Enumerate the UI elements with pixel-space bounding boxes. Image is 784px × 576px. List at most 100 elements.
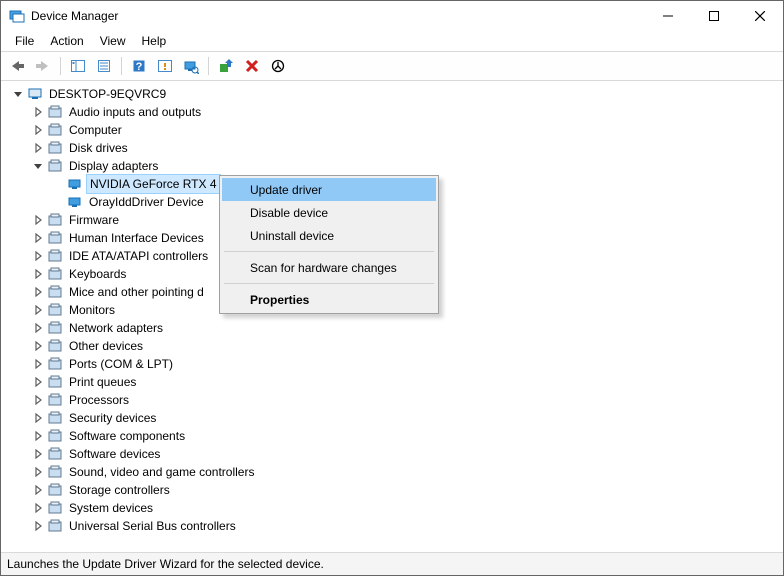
expand-icon[interactable] (31, 231, 45, 245)
expand-icon[interactable] (31, 447, 45, 461)
tree-item[interactable]: Network adapters (31, 319, 783, 337)
category-icon (47, 338, 63, 354)
expand-icon[interactable] (31, 123, 45, 137)
tree-item[interactable]: Disk drives (31, 139, 783, 157)
scan-hardware-button[interactable] (179, 54, 203, 78)
tree-item[interactable]: System devices (31, 499, 783, 517)
device-icon (67, 176, 83, 192)
expand-icon[interactable] (31, 339, 45, 353)
svg-text:?: ? (136, 61, 143, 73)
category-icon (47, 446, 63, 462)
category-icon (47, 392, 63, 408)
tree-item[interactable]: Display adapters (31, 157, 783, 175)
titlebar: Device Manager (1, 1, 783, 31)
app-icon (9, 8, 25, 24)
category-icon (47, 464, 63, 480)
computer-icon (27, 86, 43, 102)
expand-icon[interactable] (31, 213, 45, 227)
context-menu-separator (224, 251, 434, 252)
expand-icon[interactable] (31, 465, 45, 479)
category-icon (47, 428, 63, 444)
expand-icon[interactable] (31, 321, 45, 335)
category-icon (47, 212, 63, 228)
category-icon (47, 140, 63, 156)
update-driver-button[interactable] (214, 54, 238, 78)
expand-icon[interactable] (31, 303, 45, 317)
context-menu-item[interactable]: Uninstall device (222, 224, 436, 247)
tree-root[interactable]: DESKTOP-9EQVRC9 (11, 85, 783, 103)
tree-item[interactable]: Software components (31, 427, 783, 445)
tree-panel: DESKTOP-9EQVRC9Audio inputs and outputsC… (1, 81, 783, 553)
tree-item[interactable]: Ports (COM & LPT) (31, 355, 783, 373)
toolbar-sep (60, 57, 61, 75)
tree-item[interactable]: Audio inputs and outputs (31, 103, 783, 121)
expand-icon[interactable] (31, 249, 45, 263)
category-icon (47, 500, 63, 516)
category-icon (47, 104, 63, 120)
expand-icon[interactable] (31, 105, 45, 119)
window-controls (645, 1, 783, 31)
properties-button[interactable] (92, 54, 116, 78)
help-button[interactable]: ? (127, 54, 151, 78)
back-button[interactable] (5, 54, 29, 78)
tree-item[interactable]: Security devices (31, 409, 783, 427)
context-menu-item[interactable]: Update driver (222, 178, 436, 201)
category-icon (47, 482, 63, 498)
expand-icon[interactable] (31, 411, 45, 425)
forward-button[interactable] (31, 54, 55, 78)
collapse-icon[interactable] (31, 159, 45, 173)
menu-action[interactable]: Action (42, 32, 91, 50)
expand-icon[interactable] (31, 375, 45, 389)
category-icon (47, 410, 63, 426)
tree-item[interactable]: Universal Serial Bus controllers (31, 517, 783, 535)
tree-item[interactable]: Processors (31, 391, 783, 409)
expand-icon[interactable] (31, 501, 45, 515)
tree-item[interactable]: Software devices (31, 445, 783, 463)
toolbar-sep (208, 57, 209, 75)
category-icon (47, 518, 63, 534)
disable-button[interactable] (266, 54, 290, 78)
expand-icon[interactable] (31, 267, 45, 281)
action-center-button[interactable] (153, 54, 177, 78)
status-text: Launches the Update Driver Wizard for th… (7, 557, 324, 571)
tree-item[interactable]: Computer (31, 121, 783, 139)
menubar: File Action View Help (1, 31, 783, 51)
expand-icon[interactable] (31, 429, 45, 443)
context-menu-item[interactable]: Disable device (222, 201, 436, 224)
tree-item[interactable]: Storage controllers (31, 481, 783, 499)
expand-icon[interactable] (31, 393, 45, 407)
uninstall-button[interactable] (240, 54, 264, 78)
context-menu: Update driverDisable deviceUninstall dev… (219, 175, 439, 314)
category-icon (47, 302, 63, 318)
category-icon (47, 284, 63, 300)
tree-item[interactable]: Sound, video and game controllers (31, 463, 783, 481)
expand-icon[interactable] (31, 357, 45, 371)
context-menu-item[interactable]: Properties (222, 288, 436, 311)
maximize-button[interactable] (691, 1, 737, 31)
expand-icon[interactable] (31, 141, 45, 155)
expand-icon[interactable] (31, 483, 45, 497)
statusbar: Launches the Update Driver Wizard for th… (1, 553, 783, 575)
toolbar-sep (121, 57, 122, 75)
close-button[interactable] (737, 1, 783, 31)
category-icon (47, 374, 63, 390)
category-icon (47, 320, 63, 336)
context-menu-separator (224, 283, 434, 284)
window-title: Device Manager (31, 9, 645, 23)
tree-item[interactable]: Print queues (31, 373, 783, 391)
toolbar: ? (1, 51, 783, 81)
menu-view[interactable]: View (92, 32, 134, 50)
menu-help[interactable]: Help (134, 32, 175, 50)
tree-item[interactable]: Other devices (31, 337, 783, 355)
category-icon (47, 266, 63, 282)
collapse-icon[interactable] (11, 87, 25, 101)
expand-icon[interactable] (31, 285, 45, 299)
context-menu-item[interactable]: Scan for hardware changes (222, 256, 436, 279)
category-icon (47, 158, 63, 174)
category-icon (47, 122, 63, 138)
minimize-button[interactable] (645, 1, 691, 31)
expand-icon[interactable] (31, 519, 45, 533)
device-icon (67, 194, 83, 210)
show-hide-tree-button[interactable] (66, 54, 90, 78)
menu-file[interactable]: File (7, 32, 42, 50)
